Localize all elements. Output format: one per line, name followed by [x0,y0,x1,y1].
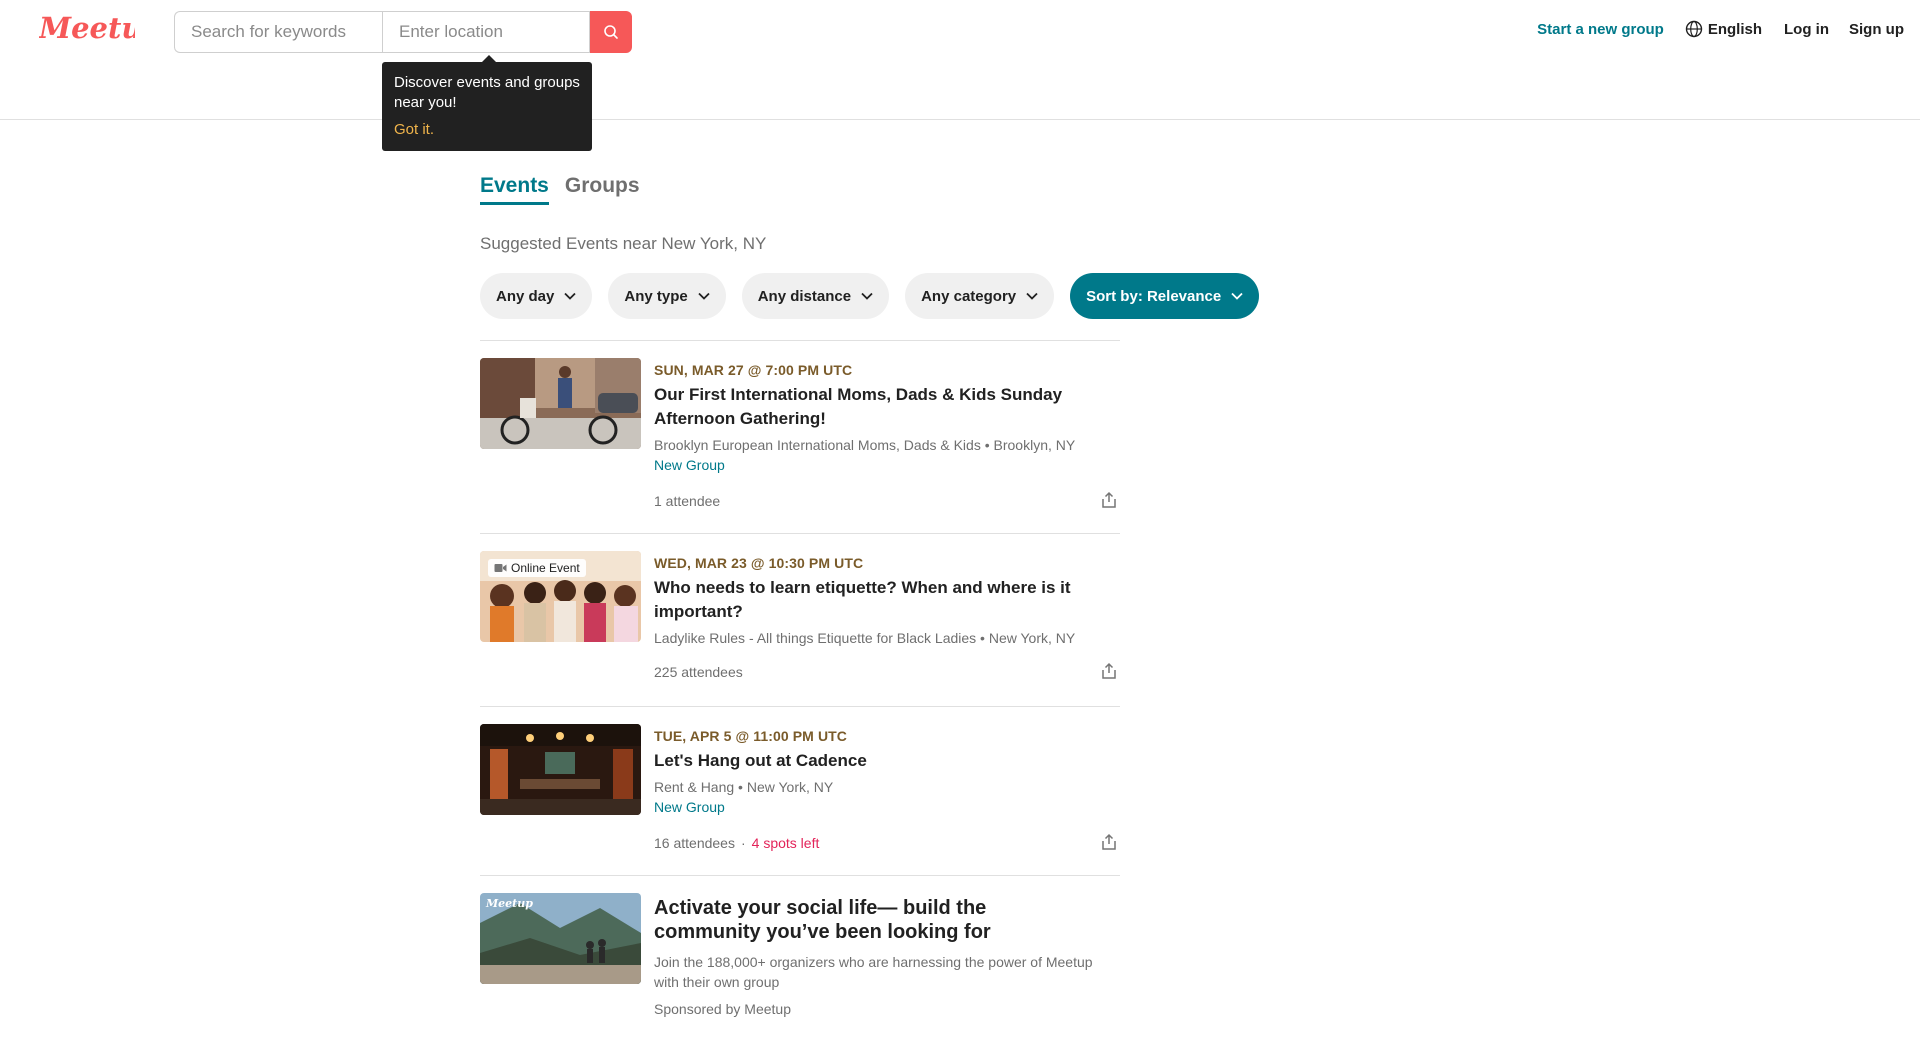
keyword-search-input[interactable] [174,11,382,53]
meetup-logo[interactable]: Meetup [39,10,135,50]
separator-dot: · [740,835,746,851]
search-bar [174,11,632,53]
tab-groups[interactable]: Groups [565,174,640,205]
share-button[interactable] [1098,490,1120,512]
language-label: English [1707,20,1762,38]
chevron-down-icon [1231,292,1243,300]
event-card[interactable]: SUN, MAR 27 @ 7:00 PM UTC Our First Inte… [480,341,1120,534]
filter-day-dropdown[interactable]: Any day [480,273,593,319]
location-tooltip: Discover events and groups near you! Got… [382,55,592,151]
chevron-down-icon [698,292,710,300]
event-image[interactable]: Online Event [480,551,641,642]
search-button[interactable] [590,11,632,53]
start-new-group-link[interactable]: Start a new group [1537,21,1664,38]
tooltip-text: Discover events and groups near you! [394,74,580,111]
tooltip-dismiss-link[interactable]: Got it. [394,121,580,138]
event-date: SUN, MAR 27 @ 7:00 PM UTC [654,362,853,378]
signup-link[interactable]: Sign up [1849,21,1904,38]
event-date: TUE, APR 5 @ 11:00 PM UTC [654,728,848,744]
filter-label: Any distance [757,287,852,305]
tab-events[interactable]: Events [480,174,549,205]
new-group-badge: New Group [654,799,725,815]
promo-sponsor: Sponsored by Meetup [654,1001,791,1017]
share-icon [1102,833,1116,850]
chevron-down-icon [861,292,873,300]
language-selector[interactable]: English [1685,20,1762,38]
promo-description: Join the 188,000+ organizers who are har… [654,954,1093,990]
attendee-count: 16 attendees [654,835,735,851]
filter-bar: Any day Any type Any distance Any catego… [480,273,1275,319]
globe-icon [1685,20,1703,38]
share-icon [1102,662,1116,679]
event-title[interactable]: Who needs to learn etiquette? When and w… [654,576,1120,624]
event-footer: 1 attendee [654,491,1120,511]
event-image[interactable] [480,724,641,815]
event-title[interactable]: Let's Hang out at Cadence [654,749,1120,773]
promo-title[interactable]: Activate your social life— build the com… [654,896,1094,944]
share-button[interactable] [1098,661,1120,683]
new-group-badge: New Group [654,457,725,473]
sort-label: Sort by: Relevance [1086,287,1222,305]
header-nav: Start a new group English Log in Sign up [1537,20,1904,38]
event-footer: 225 attendees [654,662,1120,682]
event-image[interactable] [480,358,641,449]
attendee-count: 1 attendee [654,493,721,509]
event-list: SUN, MAR 27 @ 7:00 PM UTC Our First Inte… [480,340,1120,1026]
event-date: WED, MAR 23 @ 10:30 PM UTC [654,555,864,571]
event-card[interactable]: TUE, APR 5 @ 11:00 PM UTC Let's Hang out… [480,707,1120,876]
online-event-badge: Online Event [488,559,586,577]
filter-label: Any day [496,287,555,305]
results-tabs: Events Groups [480,174,656,205]
event-card[interactable]: Online Event WED, MAR 23 @ 10:30 PM UTC … [480,534,1120,707]
attendee-count: 225 attendees [654,664,743,680]
share-icon [1102,491,1116,508]
chevron-down-icon [1026,292,1038,300]
login-link[interactable]: Log in [1784,21,1829,38]
spots-left: 4 spots left [751,835,820,851]
filter-distance-dropdown[interactable]: Any distance [741,273,890,319]
promo-image[interactable]: Meetup [480,893,641,984]
event-group: Ladylike Rules - All things Etiquette fo… [654,630,1076,646]
svg-text:Meetup: Meetup [39,11,135,45]
filter-type-dropdown[interactable]: Any type [608,273,726,319]
sort-dropdown[interactable]: Sort by: Relevance [1070,273,1260,319]
filter-label: Any type [624,287,688,305]
share-button[interactable] [1098,832,1120,854]
event-title[interactable]: Our First International Moms, Dads & Kid… [654,383,1120,431]
event-footer: 16 attendees · 4 spots left [654,833,1120,853]
event-group: Rent & Hang • New York, NY [654,779,834,795]
filter-label: Any category [921,287,1017,305]
search-icon [604,25,618,39]
event-group: Brooklyn European International Moms, Da… [654,437,1076,453]
online-event-label: Online Event [511,561,580,575]
filter-category-dropdown[interactable]: Any category [905,273,1055,319]
location-input[interactable] [382,11,590,53]
video-camera-icon [494,564,507,572]
site-header: Meetup Start a new group English Log in … [0,0,1920,120]
chevron-down-icon [564,292,576,300]
results-subtitle: Suggested Events near New York, NY [480,234,767,253]
sponsored-promo[interactable]: Meetup Activate your social life— build … [480,876,1120,1026]
promo-image-logo: Meetup [485,897,533,910]
